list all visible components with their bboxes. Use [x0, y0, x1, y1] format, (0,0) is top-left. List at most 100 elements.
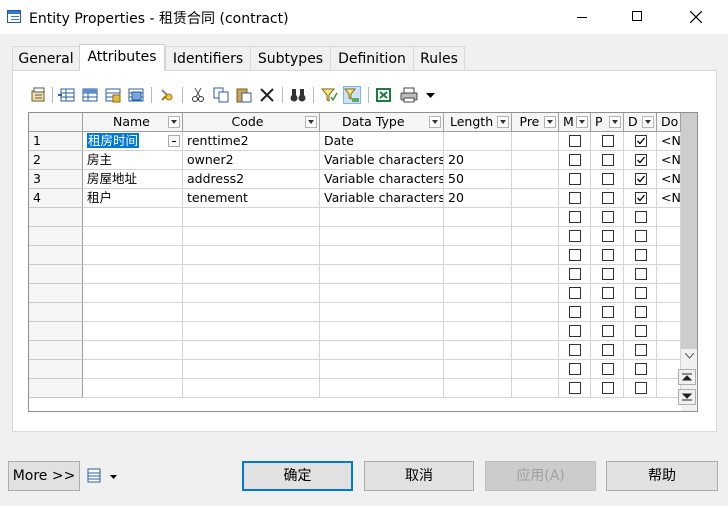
row-header[interactable]	[29, 208, 83, 227]
cell-primary[interactable]	[591, 132, 624, 151]
cell-code[interactable]	[183, 303, 320, 322]
row-header[interactable]: 2	[29, 151, 83, 170]
cell-displayed[interactable]	[624, 208, 657, 227]
cell-primary[interactable]	[591, 360, 624, 379]
column-header-name[interactable]: Name	[83, 113, 183, 132]
cell-name[interactable]	[83, 360, 183, 379]
scroll-down-icon[interactable]	[685, 353, 694, 359]
cell-code[interactable]	[183, 265, 320, 284]
checkbox-mandatory[interactable]	[569, 249, 581, 261]
checkbox-primary[interactable]	[601, 363, 614, 375]
cell-name[interactable]	[83, 227, 183, 246]
cell-precision[interactable]	[512, 132, 559, 151]
reuse-attributes-icon[interactable]	[127, 86, 145, 104]
cell-mandatory[interactable]	[559, 151, 591, 170]
row-header[interactable]	[29, 341, 83, 360]
row-header[interactable]	[29, 322, 83, 341]
checkbox-mandatory[interactable]	[569, 268, 581, 280]
row-header[interactable]	[29, 265, 83, 284]
column-header-primary[interactable]: P	[591, 113, 624, 132]
properties-icon[interactable]	[30, 86, 48, 104]
minimize-button[interactable]	[570, 0, 616, 34]
cell-displayed[interactable]	[624, 189, 657, 208]
cell-displayed[interactable]	[624, 360, 657, 379]
column-filter-dropdown-icon[interactable]	[429, 116, 441, 128]
cell-length[interactable]: 20	[444, 189, 512, 208]
column-header-mandatory[interactable]: M	[559, 113, 591, 132]
cell-code[interactable]: tenement	[183, 189, 320, 208]
cell-mandatory[interactable]	[559, 265, 591, 284]
cell-precision[interactable]	[512, 189, 559, 208]
cell-primary[interactable]	[591, 303, 624, 322]
checkbox-primary[interactable]	[601, 306, 614, 318]
cell-name[interactable]: 租房时间	[83, 132, 183, 151]
cell-length[interactable]	[444, 227, 512, 246]
checkbox-displayed[interactable]	[634, 173, 647, 185]
checkbox-displayed[interactable]	[634, 211, 647, 223]
model-menu-button[interactable]	[86, 466, 120, 486]
more-button[interactable]: More >>	[8, 461, 80, 491]
add-attributes-icon[interactable]	[104, 86, 122, 104]
maximize-button[interactable]	[616, 0, 662, 34]
checkbox-displayed[interactable]	[634, 154, 647, 166]
customize-columns-icon[interactable]	[343, 86, 361, 104]
checkbox-primary[interactable]	[601, 382, 614, 394]
cell-primary[interactable]	[591, 265, 624, 284]
cell-domain[interactable]	[657, 322, 681, 341]
checkbox-displayed[interactable]	[634, 306, 647, 318]
cell-mandatory[interactable]	[559, 360, 591, 379]
help-button[interactable]: 帮助	[606, 461, 718, 491]
cell-displayed[interactable]	[624, 132, 657, 151]
row-header[interactable]: 3	[29, 170, 83, 189]
tab-definition[interactable]: Definition	[330, 46, 414, 70]
cell-length[interactable]	[444, 341, 512, 360]
column-filter-dropdown-icon[interactable]	[544, 116, 556, 128]
cell-code[interactable]	[183, 360, 320, 379]
cell-name[interactable]	[83, 246, 183, 265]
cell-primary[interactable]	[591, 189, 624, 208]
cell-precision[interactable]	[512, 379, 559, 398]
cell-data-type[interactable]: Variable characters	[320, 151, 444, 170]
cell-displayed[interactable]	[624, 379, 657, 398]
cell-precision[interactable]	[512, 322, 559, 341]
checkbox-primary[interactable]	[601, 287, 614, 299]
checkbox-primary[interactable]	[601, 192, 614, 204]
cell-displayed[interactable]	[624, 303, 657, 322]
move-row-up-button[interactable]	[678, 369, 696, 385]
column-filter-dropdown-icon[interactable]	[168, 116, 180, 128]
cell-domain[interactable]	[657, 265, 681, 284]
cell-domain[interactable]: <N	[657, 189, 681, 208]
cell-code[interactable]	[183, 284, 320, 303]
ok-button[interactable]: 确定	[242, 461, 353, 491]
cell-precision[interactable]	[512, 360, 559, 379]
cell-code[interactable]	[183, 379, 320, 398]
cell-name[interactable]	[83, 208, 183, 227]
cell-displayed[interactable]	[624, 341, 657, 360]
cell-mandatory[interactable]	[559, 208, 591, 227]
cell-domain[interactable]	[657, 227, 681, 246]
cell-mandatory[interactable]	[559, 284, 591, 303]
checkbox-displayed[interactable]	[634, 363, 647, 375]
cell-displayed[interactable]	[624, 284, 657, 303]
column-header-data-type[interactable]: Data Type	[320, 113, 444, 132]
move-row-down-button[interactable]	[678, 389, 696, 405]
cell-data-type[interactable]	[320, 284, 444, 303]
cell-code[interactable]	[183, 341, 320, 360]
cell-primary[interactable]	[591, 284, 624, 303]
column-filter-dropdown-icon[interactable]	[305, 116, 317, 128]
cell-primary[interactable]	[591, 151, 624, 170]
selected-name-text[interactable]: 租房时间	[87, 133, 140, 148]
checkbox-mandatory[interactable]	[569, 192, 581, 204]
cell-domain[interactable]	[657, 341, 681, 360]
tab-general[interactable]: General	[12, 46, 80, 70]
checkbox-mandatory[interactable]	[569, 325, 581, 337]
edit-ellipsis-button[interactable]	[168, 135, 180, 147]
column-header-length[interactable]: Length	[444, 113, 512, 132]
checkbox-primary[interactable]	[601, 268, 614, 280]
cell-primary[interactable]	[591, 227, 624, 246]
cell-precision[interactable]	[512, 265, 559, 284]
cell-data-type[interactable]	[320, 303, 444, 322]
cell-data-type[interactable]: Variable characters	[320, 189, 444, 208]
cell-data-type[interactable]	[320, 360, 444, 379]
cut-icon[interactable]	[189, 86, 207, 104]
